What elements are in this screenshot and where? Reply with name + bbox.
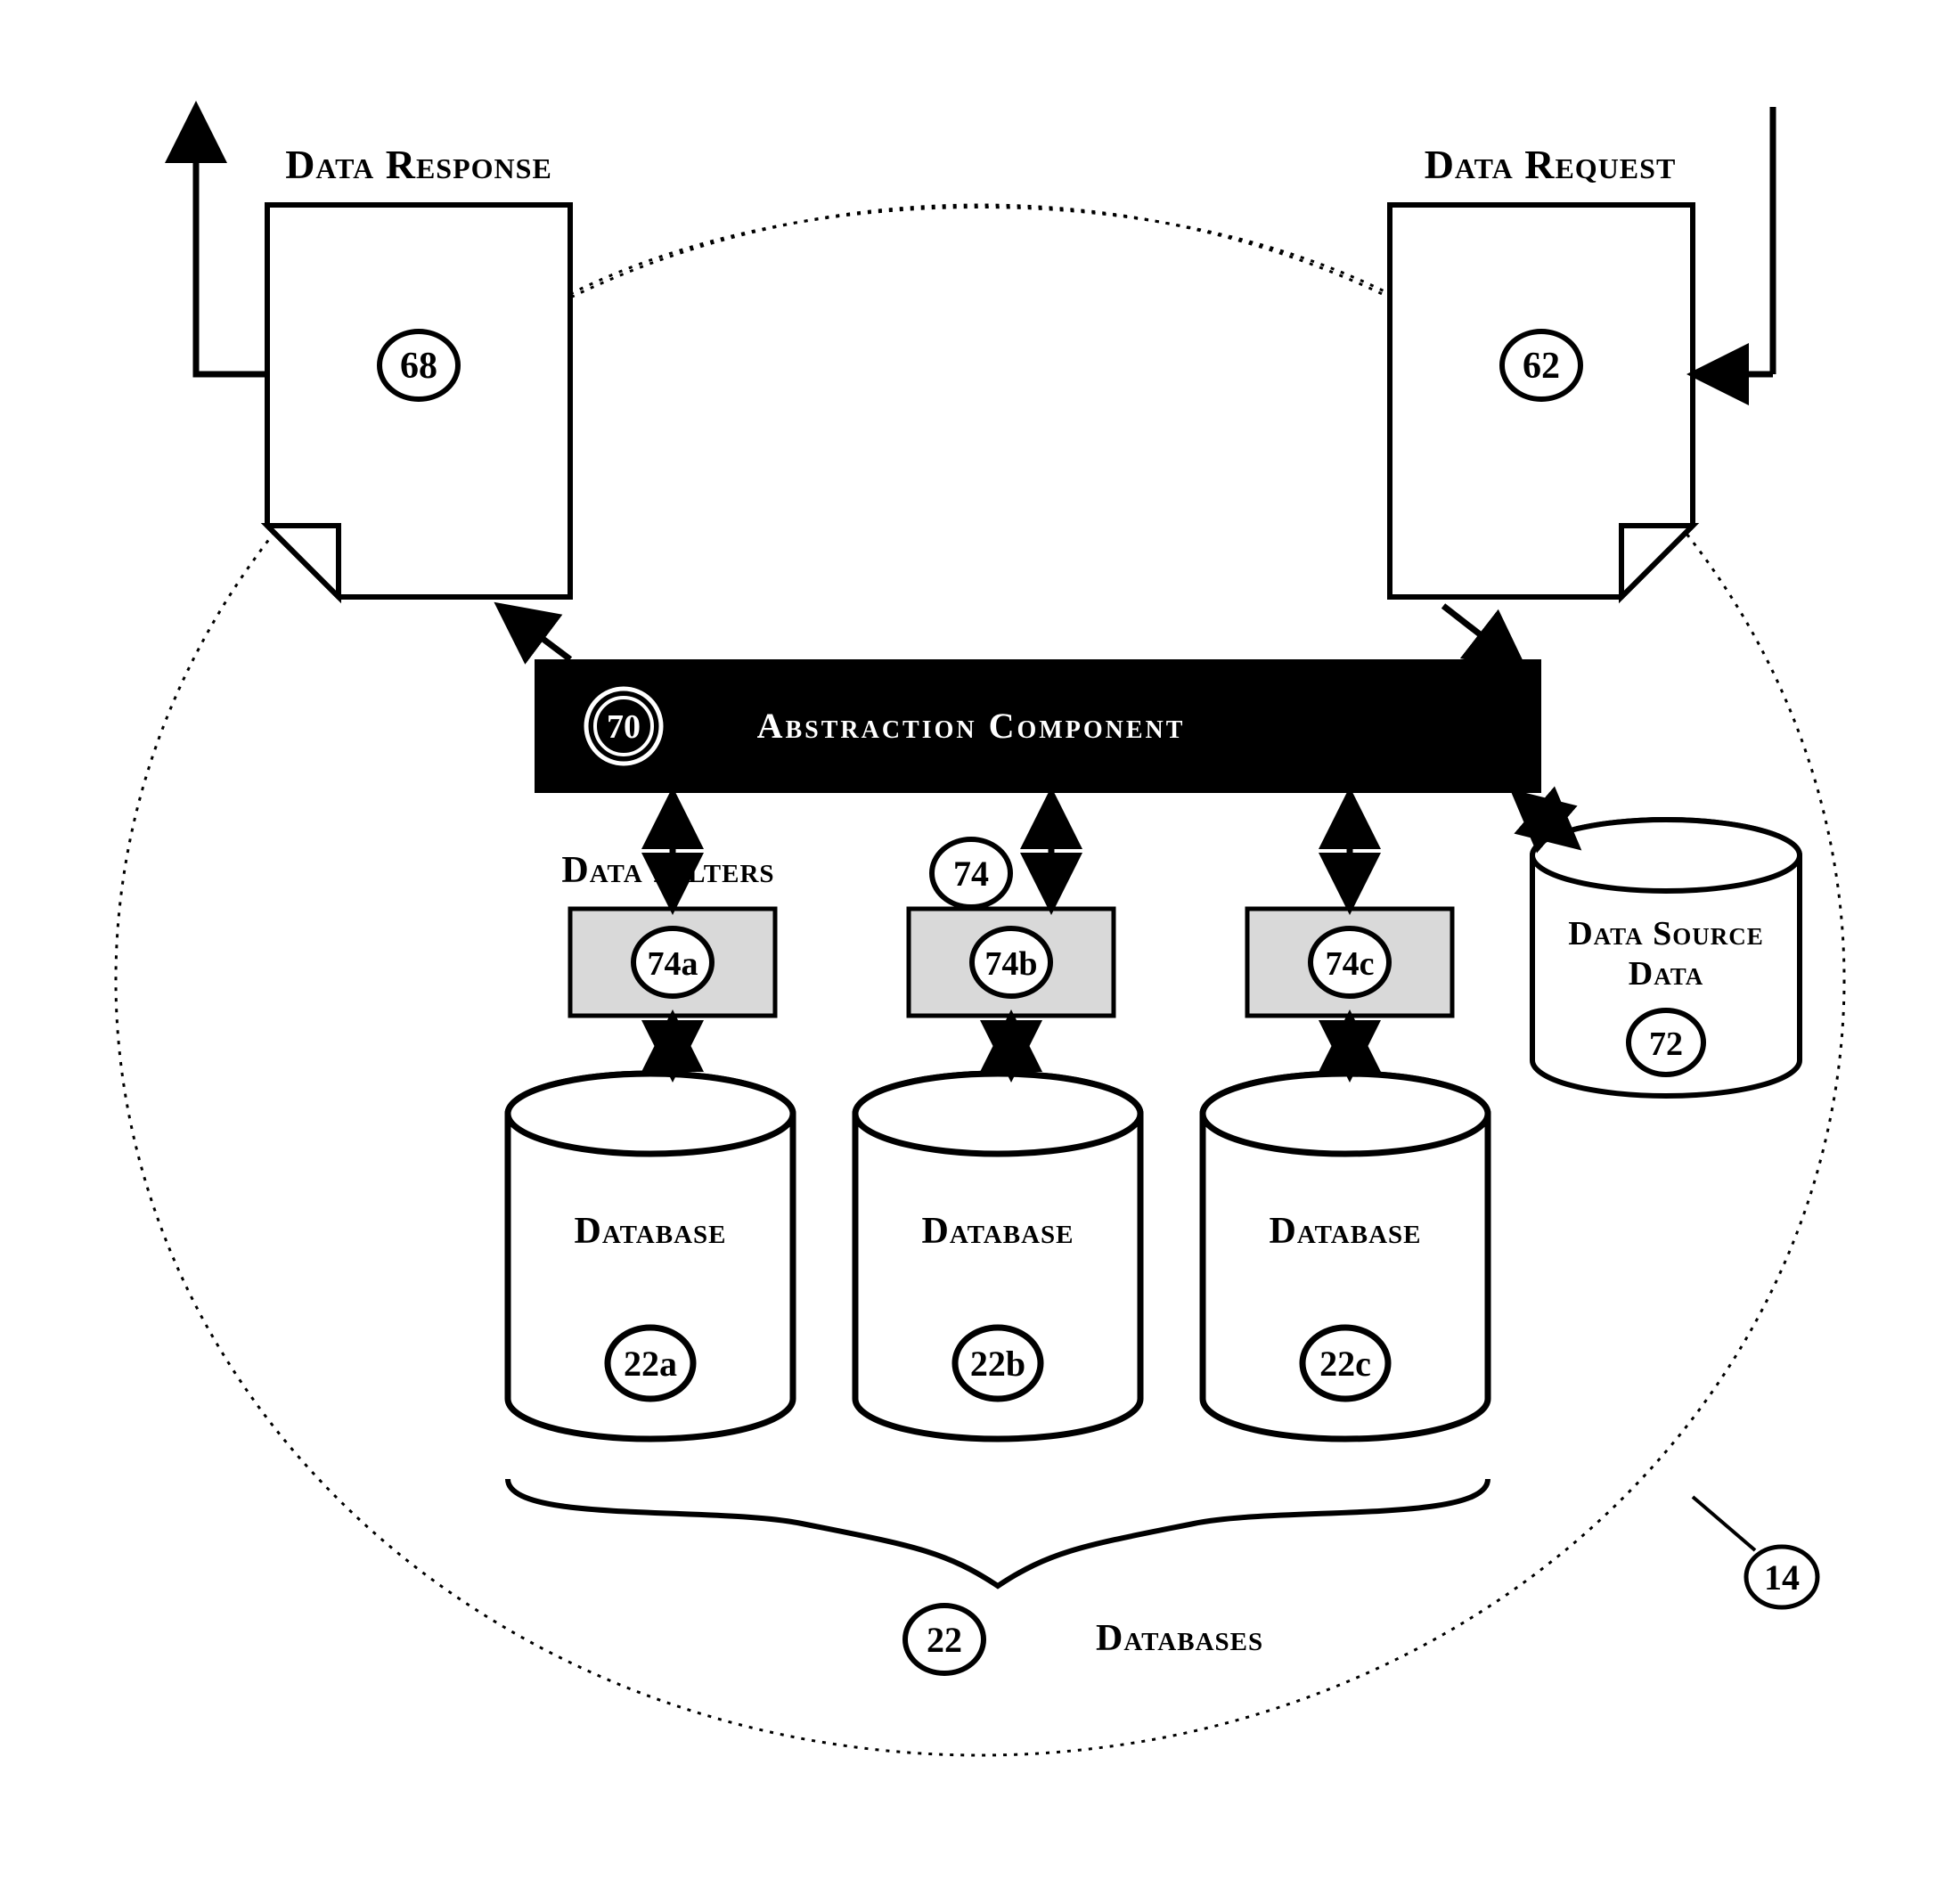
database-b-label: Database xyxy=(921,1211,1074,1252)
data-filters-title: Data Filters xyxy=(561,850,774,891)
ref-filter-c-text: 74c xyxy=(1326,945,1375,983)
ref-abstraction-text: 70 xyxy=(607,708,641,746)
data-source-line2: Data xyxy=(1629,955,1703,993)
data-request-title: Data Request xyxy=(1425,142,1677,187)
data-request-doc: Data Request 62 xyxy=(1390,142,1693,597)
ref-db-b-text: 22b xyxy=(970,1344,1025,1384)
database-a-label: Database xyxy=(574,1211,726,1252)
arrow-bar-to-response xyxy=(499,606,570,659)
ref-boundary: 14 xyxy=(1746,1547,1817,1607)
data-response-doc: Data Response 68 xyxy=(267,142,570,597)
database-c-label: Database xyxy=(1269,1211,1421,1252)
ref-request-text: 62 xyxy=(1523,346,1560,387)
arrow-request-to-bar xyxy=(1443,606,1523,668)
arrow-response-out xyxy=(196,107,267,374)
ref-filters-group-text: 74 xyxy=(953,854,989,894)
database-a: Database 22a xyxy=(508,1074,793,1439)
databases-group-label: Databases xyxy=(1096,1618,1263,1659)
data-source-line1: Data Source xyxy=(1568,915,1764,952)
ref-filter-a-text: 74a xyxy=(648,945,698,983)
ref-boundary-text: 14 xyxy=(1764,1557,1800,1598)
abstraction-component: 70 Abstraction Component xyxy=(535,659,1541,793)
ref-db-c-text: 22c xyxy=(1319,1344,1371,1384)
ref-source-text: 72 xyxy=(1649,1026,1683,1063)
database-c: Database 22c xyxy=(1203,1074,1488,1439)
filter-a: 74a xyxy=(570,909,775,1016)
diagram-root: 14 Data Response 68 Data Request 62 70 A… xyxy=(0,0,1960,1896)
ref-db-group: 22 xyxy=(905,1606,984,1673)
ref-filter-b-text: 74b xyxy=(984,945,1037,983)
ref-response-text: 68 xyxy=(400,346,437,387)
filter-b: 74b xyxy=(909,909,1114,1016)
abstraction-label: Abstraction Component xyxy=(757,706,1186,746)
data-response-title: Data Response xyxy=(285,142,552,187)
database-b: Database 22b xyxy=(855,1074,1140,1439)
diagram-svg: 14 Data Response 68 Data Request 62 70 A… xyxy=(0,0,1960,1896)
ref-db-group-text: 22 xyxy=(927,1620,962,1660)
db-group-brace xyxy=(508,1479,1488,1586)
dashed-top-arc xyxy=(570,208,1390,295)
filter-c: 74c xyxy=(1247,909,1452,1016)
ref-db-a-text: 22a xyxy=(624,1344,677,1384)
ref-filters-group: 74 xyxy=(932,839,1010,907)
data-source-data: Data Source Data 72 xyxy=(1532,820,1800,1096)
